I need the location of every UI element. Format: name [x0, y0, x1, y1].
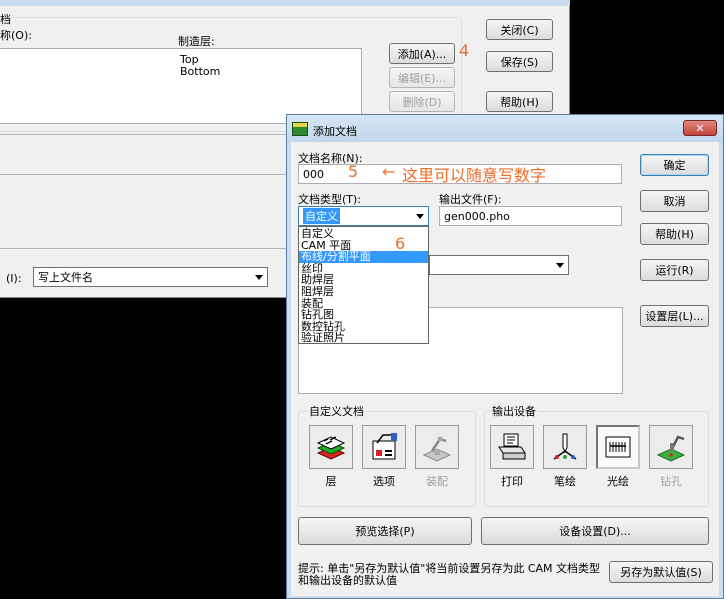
bg-group-title: 档	[0, 11, 11, 27]
tool-pen-plot-label: 笔绘	[554, 475, 576, 488]
doc-type-option[interactable]: 阻焊层	[299, 286, 428, 298]
preview-select-button[interactable]: 预览选择(P)	[298, 517, 472, 545]
output-file-label: 输出文件(F):	[439, 193, 502, 206]
doc-type-value: 自定义	[303, 208, 340, 224]
tool-assembly-label: 装配	[426, 475, 448, 488]
doc-type-select[interactable]: 自定义	[298, 206, 429, 226]
doc-type-option[interactable]: 自定义	[299, 228, 428, 240]
add-document-dialog: 添加文档 ✕ 文档名称(N): 000 5 ← 这里可以随意写数字 文档类型(T…	[286, 114, 724, 599]
tool-options-label: 选项	[373, 475, 395, 488]
options-icon	[362, 425, 406, 469]
chevron-down-icon	[416, 214, 424, 219]
printer-icon	[490, 425, 534, 469]
bg-separator-2	[0, 174, 286, 175]
close-icon: ✕	[695, 121, 705, 135]
doc-type-dropdown: 自定义 CAM 平面 布线/分割平面 丝印 助焊层 阻焊层 装配 钻孔图 数控钻孔 验证照片	[298, 226, 429, 344]
bg-edit-button[interactable]: 编辑(E)...	[389, 67, 455, 88]
drill-icon	[649, 425, 693, 469]
bg-help-button[interactable]: 帮助(H)	[486, 91, 553, 112]
annotation-4: 4	[459, 41, 470, 60]
custom-doc-group-title: 自定义文档	[307, 403, 366, 419]
bg-filename-select-value: 写上文件名	[38, 271, 93, 284]
output-device-group-title: 输出设备	[490, 403, 538, 419]
chevron-down-icon	[556, 263, 564, 268]
help-button[interactable]: 帮助(H)	[640, 223, 709, 245]
pen-plotter-icon	[543, 425, 587, 469]
annotation-text: 这里可以随意写数字	[402, 166, 547, 185]
bg-layer-label: 制造层:	[178, 35, 215, 48]
chevron-down-icon	[255, 275, 263, 280]
bg-layer-bottom: Bottom	[180, 65, 221, 78]
bg-name-label: 称(O):	[0, 29, 32, 42]
tool-layers[interactable]: 层	[309, 425, 353, 489]
bg-separator-3	[0, 248, 286, 249]
bg-separator-1	[0, 134, 286, 135]
bg-filename-select[interactable]: 写上文件名	[33, 267, 268, 287]
run-button[interactable]: 运行(R)	[640, 259, 709, 281]
output-file-value: gen000.pho	[444, 210, 510, 223]
hint-text: 提示: 单击"另存为默认值"将当前设置另存为此 CAM 文档类型和输出设备的默认…	[298, 562, 601, 587]
tool-layers-label: 层	[325, 475, 337, 488]
output-file-input[interactable]: gen000.pho	[439, 206, 622, 226]
tool-options[interactable]: 选项	[362, 425, 406, 489]
tool-print[interactable]: 打印	[490, 425, 534, 489]
tool-photo-plot[interactable]: 光绘	[596, 425, 640, 489]
cancel-button[interactable]: 取消	[640, 190, 709, 212]
bg-close-button[interactable]: 关闭(C)	[486, 19, 553, 40]
bg-save-button[interactable]: 保存(S)	[486, 51, 553, 72]
layers-icon	[309, 425, 353, 469]
photoplotter-icon	[596, 425, 640, 469]
doc-name-value: 000	[303, 168, 324, 181]
annotation-6: 6	[395, 234, 406, 253]
bg-delete-button[interactable]: 删除(D)	[389, 91, 455, 112]
annotation-5: 5	[348, 162, 359, 181]
bg-add-button[interactable]: 添加(A)...	[389, 43, 455, 64]
bg-title-strip	[0, 0, 570, 6]
dialog-title: 添加文档	[313, 125, 357, 138]
dialog-client: 文档名称(N): 000 5 ← 这里可以随意写数字 文档类型(T): 自定义 …	[291, 142, 719, 596]
app-icon	[292, 122, 308, 136]
device-setup-button[interactable]: 设备设置(D)...	[481, 517, 709, 545]
close-window-button[interactable]: ✕	[683, 120, 717, 136]
tool-photo-plot-label: 光绘	[607, 475, 629, 488]
doc-type-label: 文档类型(T):	[298, 193, 362, 206]
doc-type-options: 自定义 CAM 平面 布线/分割平面 丝印 助焊层 阻焊层 装配 钻孔图 数控钻孔 验证照片	[299, 228, 428, 344]
save-default-button[interactable]: 另存为默认值(S)	[609, 561, 713, 583]
set-layers-button[interactable]: 设置层(L)...	[640, 305, 709, 327]
annotation-arrow: ←	[382, 162, 396, 181]
bg-doc-list[interactable]: Top Bottom	[0, 48, 362, 124]
tool-pen-plot[interactable]: 笔绘	[543, 425, 587, 489]
doc-type-option[interactable]: 钻孔图	[299, 309, 428, 321]
tool-print-label: 打印	[501, 475, 523, 488]
assembly-icon	[415, 425, 459, 469]
tool-drill-label: 钻孔	[660, 475, 682, 488]
ok-button[interactable]: 确定	[640, 154, 709, 176]
bg-filename-label: (I):	[6, 272, 22, 285]
title-bar: 添加文档 ✕	[287, 115, 723, 142]
device-format-select[interactable]	[429, 255, 569, 275]
tool-assembly[interactable]: 装配	[415, 425, 459, 489]
tool-drill[interactable]: 钻孔	[649, 425, 693, 489]
doc-type-option[interactable]: 验证照片	[299, 332, 428, 344]
